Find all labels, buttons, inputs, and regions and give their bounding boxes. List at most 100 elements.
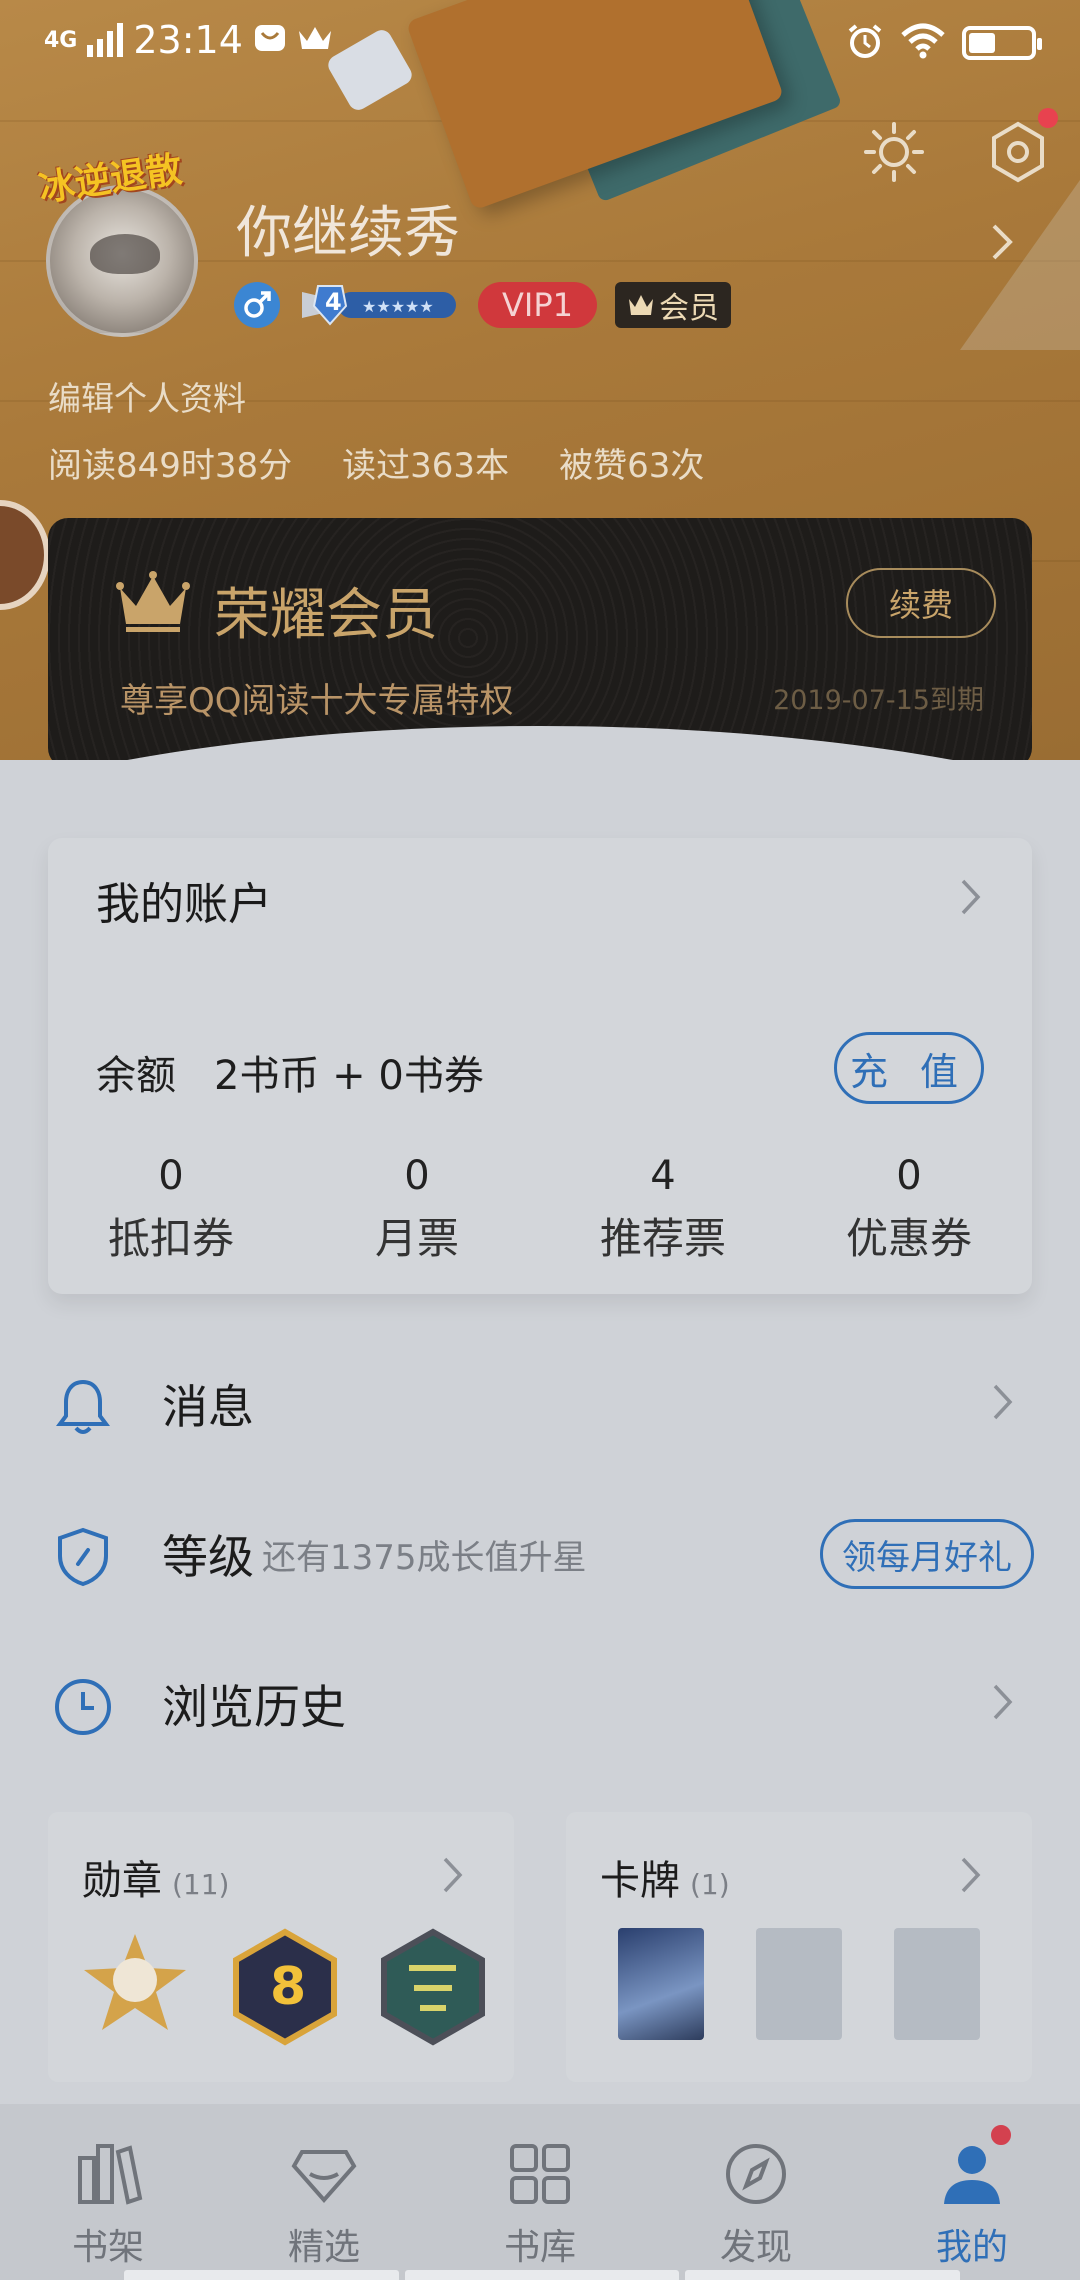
tab-label: 书架 (71, 2227, 144, 2268)
monthly-gift-button[interactable]: 领每月好礼 (820, 1519, 1034, 1589)
chevron-right-icon (442, 1856, 464, 1898)
tab-discover[interactable]: 发现 (648, 2104, 864, 2280)
notification-dot (988, 2122, 1014, 2148)
vip-badge[interactable]: VIP1 (478, 282, 597, 328)
cards-panel[interactable]: 卡牌 (1) (566, 1812, 1032, 2082)
male-gender-icon (234, 282, 280, 328)
counter-value: 0 (404, 1153, 430, 1199)
crown-notification-icon (297, 18, 333, 62)
notification-dot (1038, 108, 1058, 128)
network-type: 4G (44, 27, 78, 53)
vip-description: 尊享QQ阅读十大专属特权 (120, 681, 514, 721)
cards-label: 卡牌 (600, 1858, 680, 1904)
chevron-right-icon (992, 1683, 1014, 1725)
card-placeholder (894, 1928, 980, 2040)
medals-count: (11) (172, 1868, 230, 1901)
level-progress-text: 还有1375成长值升星 (262, 1537, 587, 1578)
card-thumbnail[interactable] (618, 1928, 704, 2040)
home-indicator (124, 2270, 961, 2280)
vip-membership-card[interactable]: 荣耀会员 续费 尊享QQ阅读十大专属特权 2019-07-15到期 (48, 518, 1032, 760)
balance-label: 余额 (96, 1053, 176, 1099)
messages-row[interactable]: 消息 (0, 1344, 1080, 1464)
clock-icon (52, 1676, 114, 1738)
level-row[interactable]: 等级 还有1375成长值升星 领每月好礼 (0, 1494, 1080, 1614)
profile-badges: ★★★★★ 4 VIP1 会员 (234, 282, 731, 328)
svg-text:★★★★★: ★★★★★ (362, 297, 434, 316)
renew-button[interactable]: 续费 (846, 568, 996, 638)
crown-icon (628, 295, 653, 315)
profile-chevron-right-icon[interactable] (990, 222, 1014, 266)
reading-time: 阅读849时38分 (48, 446, 293, 486)
counter-recommend-ticket[interactable]: 4 推荐票 (540, 1153, 786, 1266)
counter-discount-coupon[interactable]: 0 优惠券 (786, 1153, 1032, 1266)
medals-panel[interactable]: 勋章 (11) 8 (48, 1812, 514, 2082)
medal-eight-icon[interactable]: 8 (226, 1928, 344, 2046)
counter-deduction-coupon[interactable]: 0 抵扣券 (48, 1153, 294, 1266)
chevron-right-icon (992, 1383, 1014, 1425)
counter-value: 0 (158, 1153, 184, 1199)
settings-hexagon-icon (992, 121, 1044, 183)
brightness-icon[interactable] (862, 120, 926, 188)
cards-count: (1) (690, 1868, 730, 1901)
voucher-counters: 0 抵扣券 0 月票 4 推荐票 0 优惠券 (48, 1153, 1032, 1266)
tab-library[interactable]: 书库 (432, 2104, 648, 2280)
bookshelf-icon (78, 2144, 143, 2205)
books-read: 读过363本 (342, 446, 510, 486)
history-label: 浏览历史 (162, 1680, 346, 1734)
username[interactable]: 你继续秀 (236, 188, 460, 269)
account-chevron-right-icon[interactable] (960, 878, 982, 920)
medal-hexagon-icon[interactable] (374, 1928, 492, 2046)
counter-value: 4 (650, 1153, 676, 1199)
decor-cup (0, 500, 50, 610)
tab-featured[interactable]: 精选 (216, 2104, 432, 2280)
messages-label: 消息 (162, 1380, 254, 1434)
counter-monthly-ticket[interactable]: 0 月票 (294, 1153, 540, 1266)
decor-ruler (960, 180, 1080, 350)
vip-expiry-date: 2019-07-15到期 (773, 685, 984, 716)
counter-label: 抵扣券 (107, 1214, 234, 1263)
card-placeholder (756, 1928, 842, 2040)
cards-title: 卡牌 (1) (600, 1848, 730, 1906)
counter-label: 月票 (374, 1214, 459, 1263)
balance-row: 余额 2书币 + 0书券 (96, 1043, 484, 1101)
account-card: 我的账户 余额 2书币 + 0书券 充 值 0 抵扣券 0 月票 4 推荐票 0… (48, 838, 1032, 1294)
medals-label: 勋章 (82, 1858, 162, 1904)
chevron-right-icon (960, 1856, 982, 1898)
member-badge[interactable]: 会员 (614, 282, 731, 328)
grid-icon (510, 2144, 570, 2204)
counter-value: 0 (896, 1153, 922, 1199)
app-notification-icon (253, 18, 287, 62)
level-label: 等级 (162, 1530, 254, 1584)
balance-value: 2书币 + 0书券 (214, 1053, 484, 1099)
tab-bookshelf[interactable]: 书架 (0, 2104, 216, 2280)
compass-icon (726, 2144, 786, 2204)
vip-title: 荣耀会员 (214, 583, 438, 648)
battery-icon (962, 26, 1042, 60)
level-badge[interactable]: ★★★★★ 4 (298, 282, 460, 328)
tab-label: 我的 (935, 2227, 1008, 2268)
signal-icon (87, 23, 124, 57)
counter-label: 优惠券 (845, 1214, 972, 1263)
history-row[interactable]: 浏览历史 (0, 1644, 1080, 1764)
edit-profile-link[interactable]: 编辑个人资料 (48, 372, 246, 420)
person-icon (944, 2146, 1000, 2204)
account-title[interactable]: 我的账户 (96, 868, 272, 932)
tab-mine[interactable]: 我的 (864, 2104, 1080, 2280)
status-bar: 4G 23:14 (0, 0, 1080, 90)
tab-label: 精选 (287, 2227, 360, 2268)
tab-label: 发现 (719, 2227, 792, 2268)
diamond-icon (291, 2150, 357, 2204)
medals-title: 勋章 (11) (82, 1848, 229, 1906)
recharge-button[interactable]: 充 值 (834, 1032, 984, 1104)
profile-header: 4G 23:14 冰逆退散 你继续秀 ★★★★★ 4 VIP1 会员 编辑个人资… (0, 0, 1080, 760)
member-label: 会员 (658, 291, 719, 326)
wifi-icon (900, 23, 946, 63)
vip-crown-icon (116, 570, 190, 638)
medal-star-icon[interactable] (76, 1928, 194, 2046)
settings-button[interactable] (986, 108, 1058, 188)
level-number: 4 (325, 288, 342, 316)
bottom-tab-bar: 书架 精选 书库 发现 我的 (0, 2104, 1080, 2280)
shield-icon (52, 1526, 114, 1588)
alarm-icon (846, 22, 884, 64)
bell-icon (52, 1376, 114, 1438)
